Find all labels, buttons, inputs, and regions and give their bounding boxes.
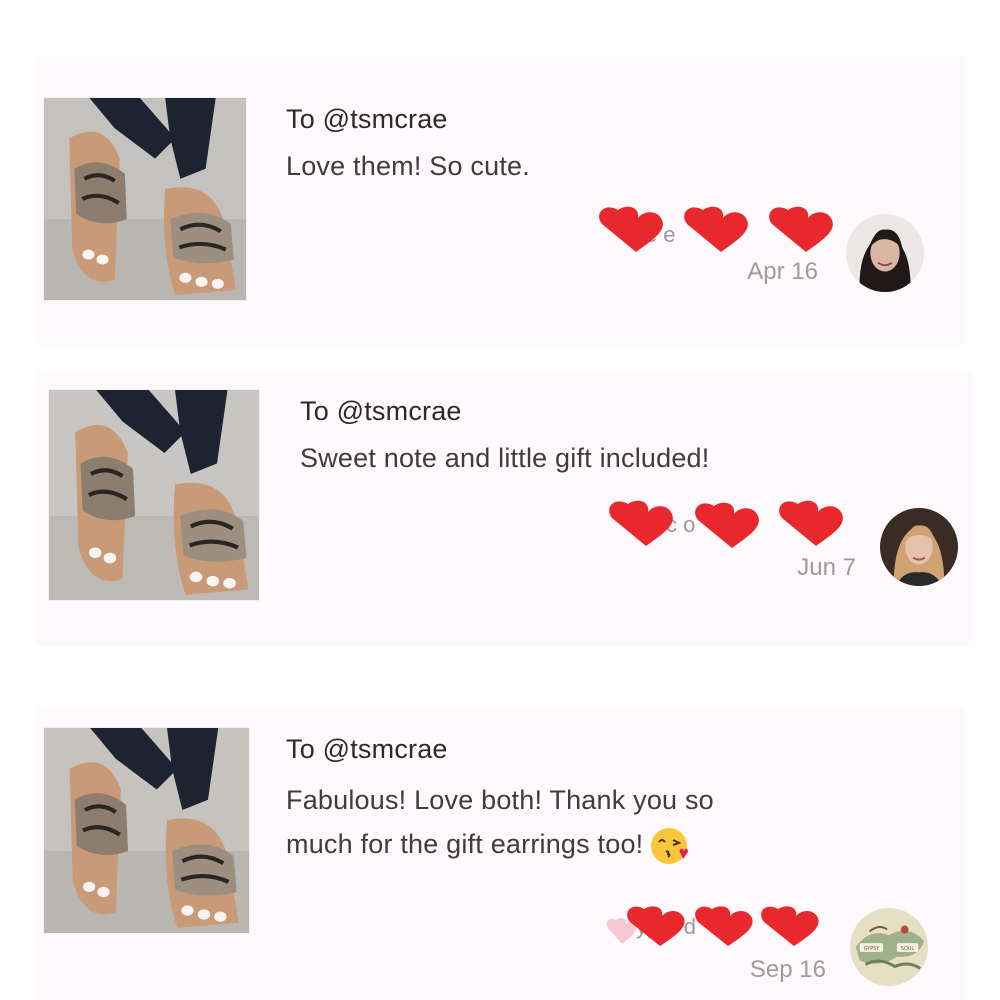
- product-thumbnail[interactable]: [49, 390, 259, 600]
- heart-icon: [599, 206, 663, 252]
- sandal-photo: [44, 728, 249, 933]
- product-thumbnail[interactable]: [44, 98, 246, 300]
- review-card[interactable]: To @tsmcrae Sweet note and little gift i…: [36, 372, 974, 646]
- review-date: Jun 7: [797, 554, 856, 581]
- avatar-logo-text: SOUL: [901, 946, 914, 952]
- sandal-photo: [44, 98, 246, 300]
- review-message-text: much for the gift earrings too!: [286, 829, 644, 859]
- redaction-hearts: [606, 500, 856, 548]
- review-recipient[interactable]: To @tsmcrae: [300, 396, 462, 427]
- reviewer-avatar[interactable]: [846, 214, 924, 292]
- review-card[interactable]: To @tsmcrae Fabulous! Love both! Thank y…: [36, 708, 966, 1000]
- review-message-line: much for the gift earrings too!: [286, 822, 714, 866]
- avatar-logo-text: GYPSY: [864, 946, 880, 952]
- review-message: Love them! So cute.: [286, 151, 530, 181]
- review-recipient[interactable]: To @tsmcrae: [286, 104, 448, 135]
- review-date: Apr 16: [747, 258, 818, 285]
- heart-icon: [695, 502, 759, 548]
- review-message: Fabulous! Love both! Thank you so much f…: [286, 778, 714, 866]
- heart-icon: [695, 906, 753, 946]
- heart-icon: [761, 906, 819, 946]
- heart-icon: [609, 500, 673, 546]
- redaction-hearts: [604, 904, 834, 950]
- face-blowing-kiss-emoji: [651, 827, 689, 864]
- heart-icon: [769, 206, 833, 252]
- review-date: Sep 16: [749, 956, 826, 983]
- review-recipient[interactable]: To @tsmcrae: [286, 734, 448, 765]
- redaction-hearts: [596, 206, 841, 252]
- reviewer-avatar[interactable]: [880, 508, 958, 586]
- heart-icon: [779, 500, 843, 546]
- heart-icon: [627, 906, 685, 946]
- sandal-photo: [49, 390, 259, 600]
- product-thumbnail[interactable]: [44, 728, 249, 933]
- review-message: Sweet note and little gift included!: [300, 443, 710, 473]
- review-card[interactable]: To @tsmcrae Love them! So cute. ie e Apr…: [36, 56, 966, 346]
- heart-icon: [684, 206, 748, 252]
- reviewer-avatar[interactable]: GYPSY SOUL: [850, 908, 928, 986]
- review-message-line: Fabulous! Love both! Thank you so: [286, 785, 714, 815]
